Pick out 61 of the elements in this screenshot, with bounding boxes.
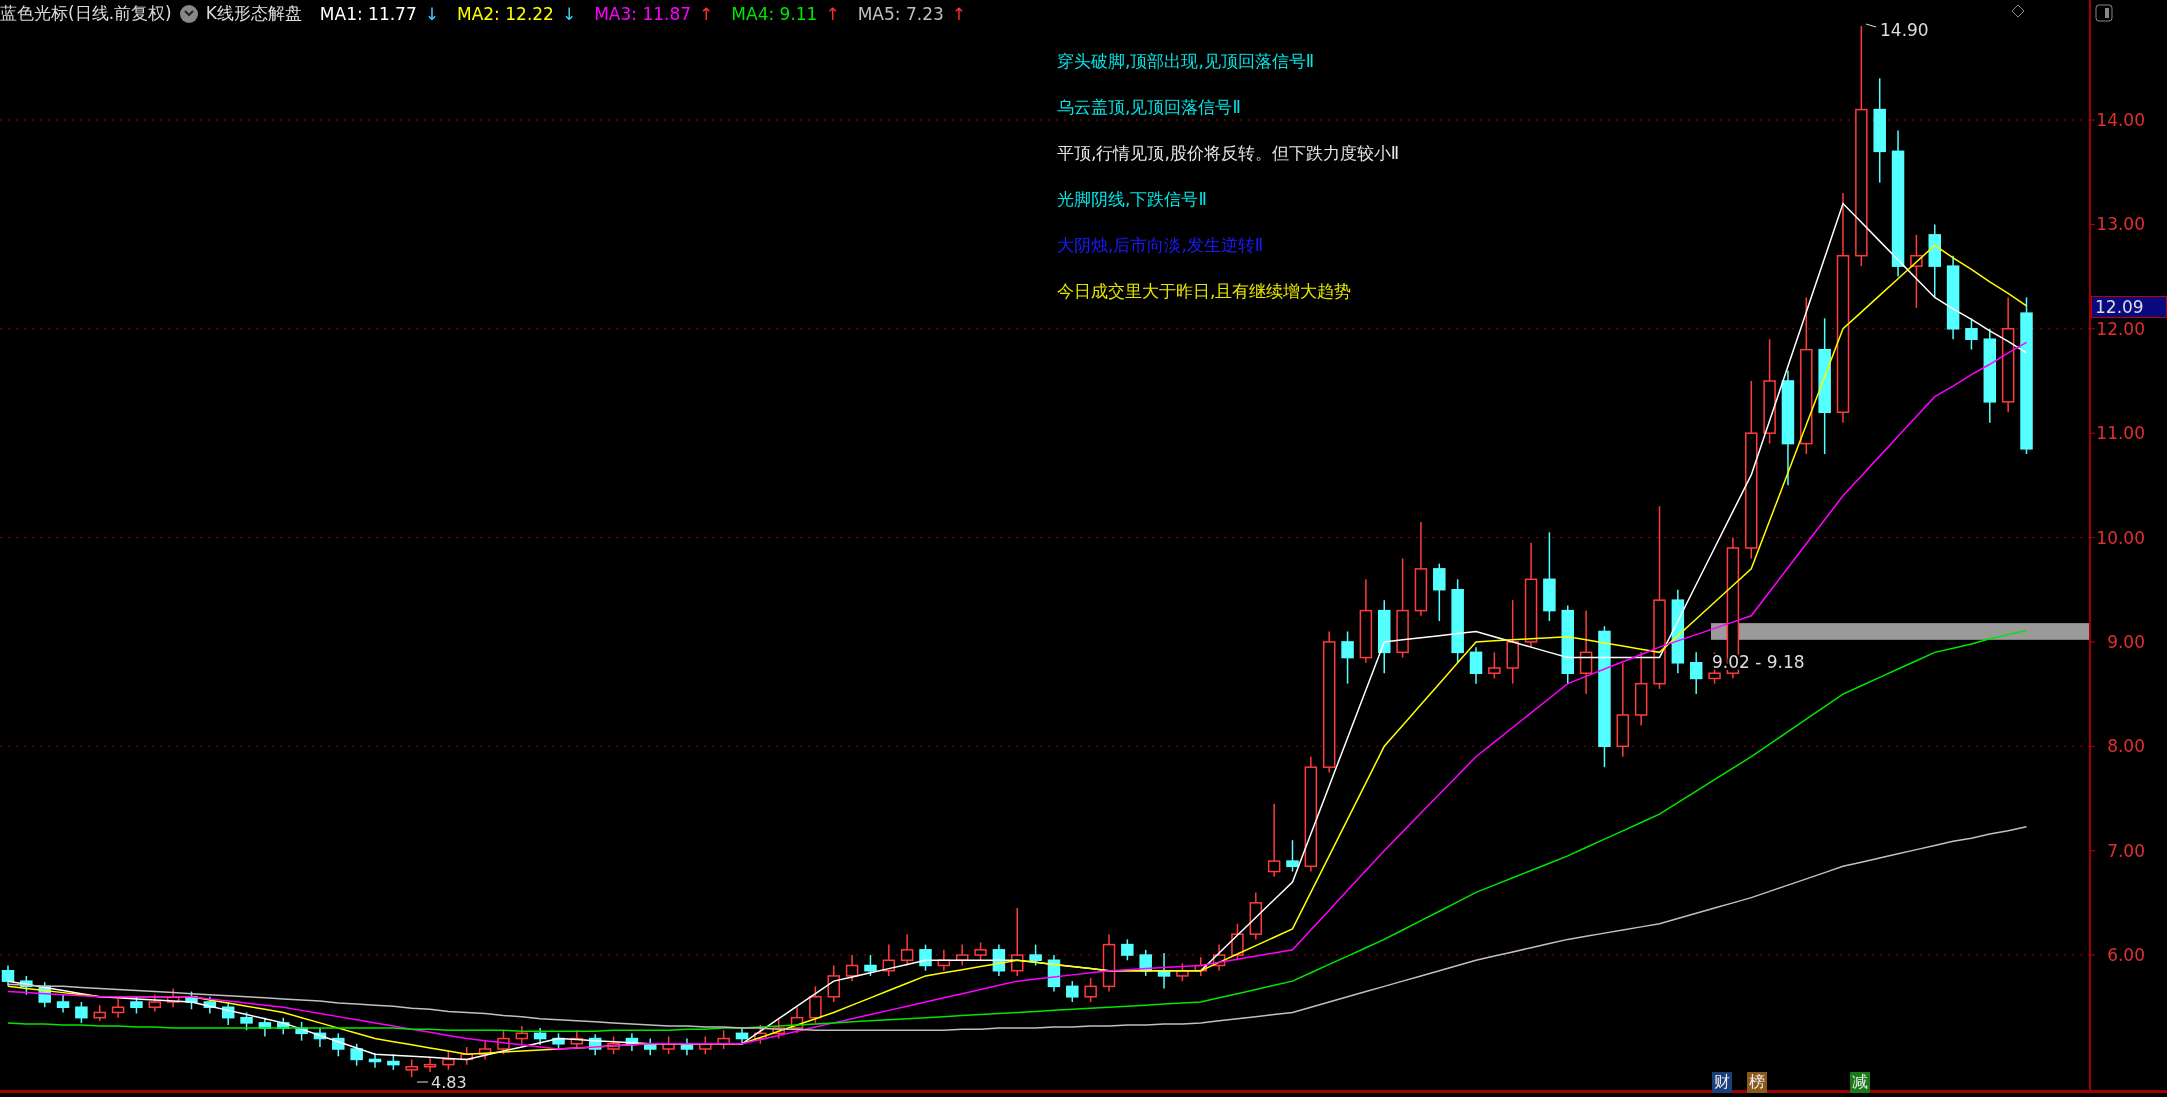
candlestick bbox=[1433, 562, 1446, 622]
candlestick bbox=[1341, 630, 1354, 685]
candlestick bbox=[1579, 609, 1593, 695]
candlestick bbox=[75, 1001, 88, 1024]
current-price-tag: 12.09 bbox=[2091, 296, 2167, 319]
candlestick bbox=[1965, 317, 1978, 351]
moving-average-value: MA3: 11.87 bbox=[594, 3, 692, 24]
candlestick bbox=[900, 933, 914, 967]
trend-arrow: ↓ bbox=[424, 3, 439, 24]
price-tick-label: 10.00 bbox=[2096, 527, 2145, 548]
trend-arrow: ↑ bbox=[951, 3, 967, 24]
pattern-signal-text: 光脚阴线,下跌信号Ⅱ bbox=[1057, 190, 1208, 208]
candlestick bbox=[1029, 943, 1042, 967]
candlestick bbox=[1, 964, 15, 988]
event-badge[interactable]: 财 bbox=[1712, 1072, 1732, 1093]
moving-average-value: MA4: 9.11 bbox=[731, 3, 818, 24]
candlestick bbox=[1011, 907, 1024, 977]
trend-arrow: ↑ bbox=[699, 3, 714, 24]
pattern-signal-text: 穿头破脚,顶部出现,见顶回落信号Ⅱ bbox=[1057, 52, 1316, 70]
trend-arrow: ↓ bbox=[561, 3, 577, 24]
price-tick-label: 7.00 bbox=[2107, 840, 2145, 861]
candlestick bbox=[1066, 980, 1079, 1003]
candlestick bbox=[809, 985, 822, 1024]
pattern-signal-text: 乌云盖顶,见顶回落信号Ⅱ bbox=[1057, 98, 1242, 116]
price-tick-label: 12.00 bbox=[2096, 318, 2145, 339]
pattern-signal-text: 今日成交里大于昨日,且有继续增大趋势 bbox=[1057, 282, 1353, 300]
stock-title: 蓝色光标(日线.前复权) bbox=[0, 2, 172, 25]
trend-arrow: ↑ bbox=[825, 3, 840, 24]
panel-toggle-icon[interactable] bbox=[2095, 4, 2113, 22]
price-tick-label: 6.00 bbox=[2107, 945, 2145, 966]
candlestick bbox=[919, 943, 932, 972]
pattern-signal-text: 平顶,行情见顶,股价将反转。但下跌力度较小Ⅱ bbox=[1057, 144, 1400, 162]
high-price-label: 14.90 bbox=[1865, 20, 1929, 40]
indicator-name: K线形态解盘 bbox=[205, 2, 302, 25]
pattern-signal-text: 大阴烛,后市向淡,发生逆转Ⅱ bbox=[1057, 236, 1265, 254]
price-tick-label: 11.00 bbox=[2096, 423, 2145, 444]
event-badge[interactable]: 减 bbox=[1850, 1072, 1870, 1093]
candlestick bbox=[827, 964, 840, 1003]
moving-average-value: MA1: 11.77 bbox=[319, 3, 417, 24]
event-badge[interactable]: 榜 bbox=[1747, 1072, 1767, 1093]
price-tick-label: 13.00 bbox=[2096, 214, 2145, 235]
dropdown-icon[interactable] bbox=[179, 4, 198, 23]
candlestick bbox=[111, 998, 125, 1019]
candlestick bbox=[1469, 646, 1483, 685]
moving-average-value: MA2: 12.22 bbox=[457, 3, 554, 24]
candlestick bbox=[1267, 802, 1281, 878]
candlestick bbox=[1689, 651, 1703, 695]
price-tick-label: 9.00 bbox=[2107, 631, 2145, 652]
candlestick bbox=[1488, 651, 1501, 680]
price-tick-label: 8.00 bbox=[2107, 736, 2145, 757]
candlestick bbox=[1084, 977, 1097, 1003]
candlestick bbox=[864, 954, 877, 977]
candlestick bbox=[845, 954, 859, 982]
low-price-label: 4.83 bbox=[416, 1073, 467, 1092]
moving-average-value: MA5: 7.23 bbox=[857, 3, 944, 24]
price-tick-label: 14.00 bbox=[2096, 110, 2145, 131]
candlestick bbox=[1121, 938, 1134, 962]
diamond-icon[interactable] bbox=[2011, 4, 2025, 18]
candlestick bbox=[350, 1043, 363, 1067]
candlestick bbox=[442, 1050, 455, 1071]
candlestick bbox=[1286, 839, 1299, 873]
